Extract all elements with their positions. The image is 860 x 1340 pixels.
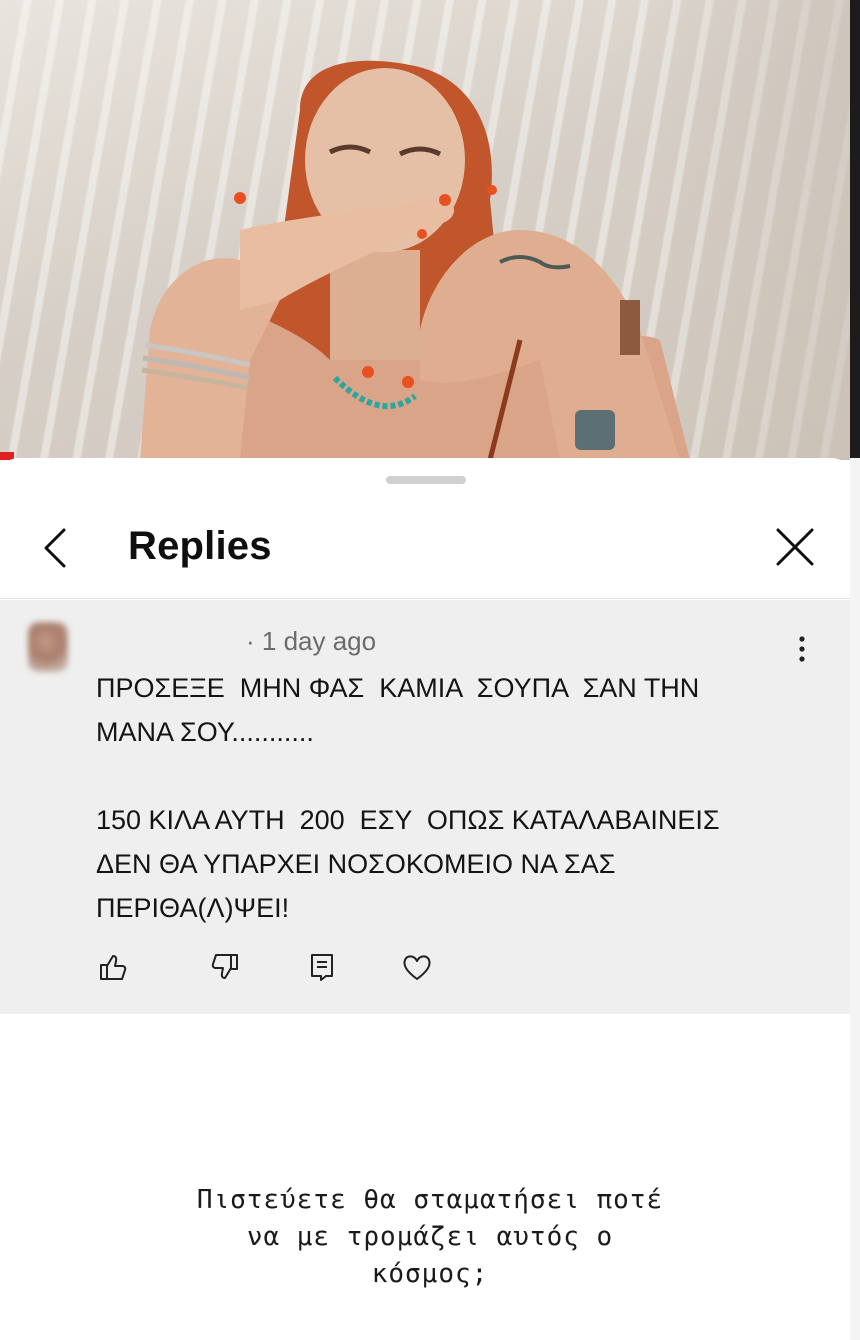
screen-edge [850, 0, 860, 460]
comment-text: ΠΡΟΣΕΞΕ ΜΗΝ ΦΑΣ ΚΑΜΙΑ ΣΟΥΠΑ ΣΑΝ ΤΗΝ ΜΑΝΑ… [96, 673, 720, 923]
dislike-icon [211, 954, 238, 979]
comment-timestamp: · 1 day ago [246, 626, 377, 656]
back-button[interactable] [38, 526, 78, 570]
more-options-button[interactable] [790, 634, 814, 664]
close-icon [776, 528, 814, 566]
close-button[interactable] [774, 526, 816, 568]
reply-icon [311, 954, 333, 981]
username-blurred[interactable] [96, 630, 246, 652]
like-button[interactable] [96, 950, 130, 984]
chevron-left-icon [44, 528, 66, 568]
drag-handle[interactable] [386, 476, 466, 484]
reply-button[interactable] [306, 950, 340, 984]
page-title: Replies [128, 524, 272, 568]
story-caption: Πιστεύετε θα σταματήσει ποτέ να με τρομά… [196, 1185, 664, 1289]
avatar[interactable] [28, 622, 68, 672]
reply-comment: · 1 day ago ΠΡΟΣΕΞΕ ΜΗΝ ΦΑΣ ΚΑΜΙΑ ΣΟΥΠΑ … [0, 600, 850, 1014]
heart-button[interactable] [400, 950, 434, 984]
comment-actions [96, 950, 456, 986]
video-player[interactable] [0, 0, 860, 460]
like-icon [100, 955, 127, 980]
dislike-button[interactable] [208, 950, 242, 984]
sheet-header: Replies [0, 498, 850, 599]
more-vertical-icon [799, 636, 805, 662]
video-frame-image [140, 60, 690, 460]
heart-icon [403, 955, 431, 980]
